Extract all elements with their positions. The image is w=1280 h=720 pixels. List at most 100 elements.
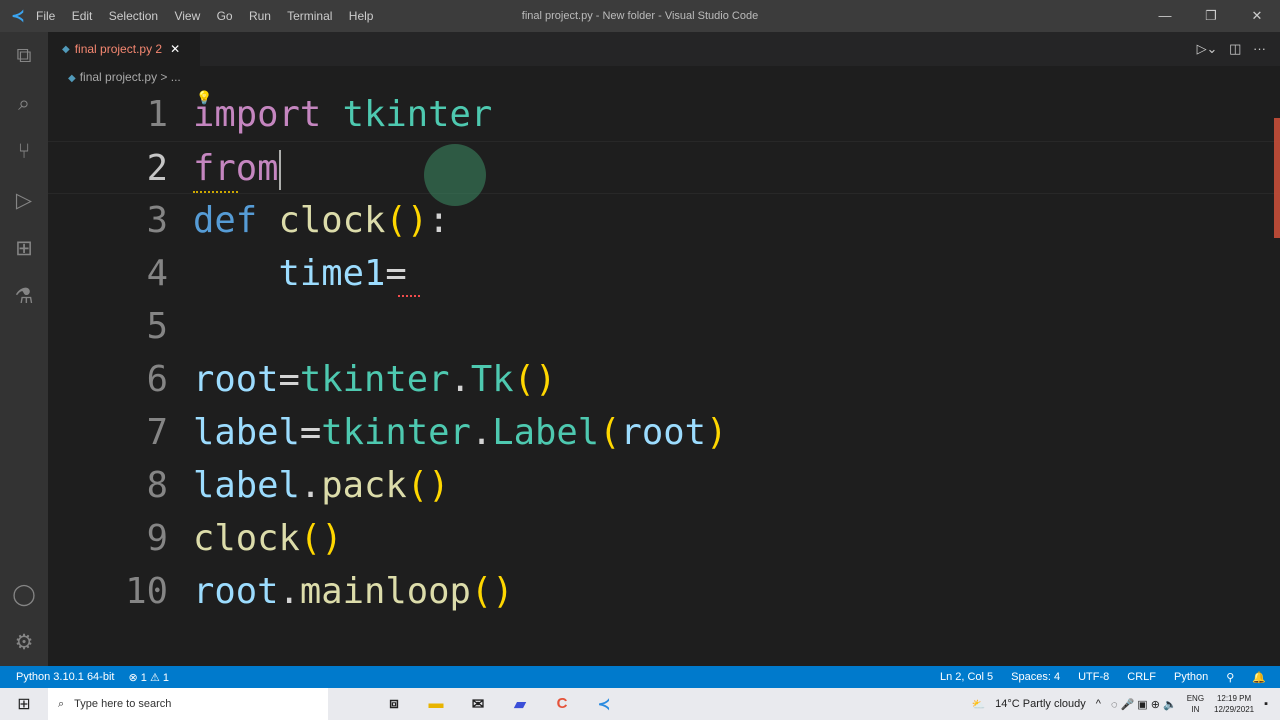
feedback-icon[interactable]: ⚲ <box>1226 671 1234 684</box>
code-token: tkinter <box>321 412 471 453</box>
app-icon[interactable]: ▰ <box>499 695 541 713</box>
code-token: label <box>193 412 300 453</box>
code-line[interactable]: 6 root=tkinter.Tk() <box>48 353 1280 406</box>
tab-final-project[interactable]: ◆ final project.py 2 ✕ <box>48 32 200 66</box>
code-token: = <box>278 359 300 400</box>
close-tab-icon[interactable]: ✕ <box>170 42 180 56</box>
menu-edit[interactable]: Edit <box>72 9 93 23</box>
clock[interactable]: 12:19 PM 12/29/2021 <box>1214 693 1254 715</box>
lightbulb-icon[interactable]: 💡 <box>196 90 212 106</box>
file-explorer-icon[interactable]: ▬ <box>415 695 457 713</box>
run-debug-icon[interactable]: ▷ <box>0 176 48 224</box>
line-number: 10 <box>125 571 168 612</box>
code-token: . <box>278 571 300 612</box>
code-line[interactable]: 9 clock() <box>48 512 1280 565</box>
source-control-icon[interactable]: ⑂ <box>0 128 48 176</box>
code-line[interactable]: 1 import tkinter <box>48 88 1280 141</box>
code-token: () <box>470 571 514 612</box>
menu-help[interactable]: Help <box>349 9 374 23</box>
code-token: Label <box>492 412 600 453</box>
code-token: mainloop <box>299 571 471 612</box>
tray-icons[interactable]: ◌ 🎤 ▣ ⊕ 🔈 <box>1111 698 1177 711</box>
warning-count: 1 <box>162 671 169 684</box>
code-line[interactable]: 10 root.mainloop() <box>48 565 1280 618</box>
menu-go[interactable]: Go <box>217 9 233 23</box>
code-text: clock() <box>193 512 343 565</box>
language-mode[interactable]: Python <box>1174 671 1208 684</box>
problems-indicator[interactable]: ⊗ 1 ⚠ 1 <box>128 671 169 684</box>
code-line[interactable]: 7 label=tkinter.Label(root) <box>48 406 1280 459</box>
split-editor-icon[interactable]: ◫ <box>1229 41 1241 56</box>
more-actions-icon[interactable]: ··· <box>1253 41 1266 56</box>
menu-selection[interactable]: Selection <box>109 9 158 23</box>
menu-view[interactable]: View <box>174 9 200 23</box>
indentation[interactable]: Spaces: 4 <box>1011 671 1060 684</box>
notification-center-icon[interactable]: ▪ <box>1264 698 1268 710</box>
code-token: tkinter <box>299 359 450 400</box>
code-token: . <box>470 412 493 453</box>
extensions-icon[interactable]: ⊞ <box>0 224 48 272</box>
vscode-taskbar-icon[interactable]: ≺ <box>583 695 625 713</box>
error-count: 1 <box>140 671 147 684</box>
line-number: 9 <box>146 518 168 559</box>
title-bar: ≺ File Edit Selection View Go Run Termin… <box>0 0 1280 32</box>
code-line[interactable]: 2 from <box>48 141 1280 194</box>
task-view-icon[interactable]: ⧈ <box>373 695 415 713</box>
notifications-bell-icon[interactable]: 🔔 <box>1252 671 1266 684</box>
code-line[interactable]: 3 def clock(): <box>48 194 1280 247</box>
scrollbar-error-marker[interactable] <box>1274 118 1280 238</box>
code-line[interactable]: 8 label.pack() <box>48 459 1280 512</box>
tab-label: final project.py <box>74 42 153 56</box>
show-hidden-icons[interactable]: ^ <box>1096 698 1101 710</box>
python-interpreter[interactable]: Python 3.10.1 64-bit <box>16 671 114 683</box>
weather[interactable]: 14°C Partly cloudy <box>995 698 1086 710</box>
account-icon[interactable]: ◯ <box>0 570 48 618</box>
code-token: . <box>449 359 471 400</box>
code-token: from <box>193 148 279 189</box>
text-cursor <box>278 150 281 190</box>
restore-icon[interactable]: ❐ <box>1188 0 1234 32</box>
line-number: 7 <box>146 412 168 453</box>
input-language[interactable]: ENG IN <box>1187 693 1204 715</box>
menu-run[interactable]: Run <box>249 9 271 23</box>
testing-icon[interactable]: ⚗ <box>0 272 48 320</box>
menu-terminal[interactable]: Terminal <box>287 9 332 23</box>
explorer-icon[interactable]: ⧉ <box>0 32 48 80</box>
cursor-position[interactable]: Ln 2, Col 5 <box>940 671 993 684</box>
settings-gear-icon[interactable]: ⚙ <box>0 618 48 666</box>
line-number: 2 <box>146 148 168 189</box>
tab-problem-count: 2 <box>155 42 163 56</box>
breadcrumb-file[interactable]: final project.py <box>80 70 157 84</box>
run-file-icon[interactable]: ▷⌄ <box>1197 41 1218 56</box>
code-token: = <box>299 412 322 453</box>
activity-bar: ⧉ ⌕ ⑂ ▷ ⊞ ⚗ ◯ ⚙ <box>0 32 48 666</box>
menu-file[interactable]: File <box>36 9 55 23</box>
code-editor[interactable]: 1 import tkinter 2 from 3 def clock(): 4 time1… <box>48 88 1280 666</box>
code-text: root=tkinter.Tk() <box>193 353 556 406</box>
search-icon[interactable]: ⌕ <box>0 80 48 128</box>
taskbar-search[interactable]: ⌕ Type here to search <box>48 688 328 720</box>
windows-start-icon[interactable]: ⊞ <box>0 694 48 714</box>
editor-tabs: ◆ final project.py 2 ✕ ▷⌄ ◫ ··· <box>48 32 1280 66</box>
code-text: import tkinter <box>193 88 492 141</box>
line-ending[interactable]: CRLF <box>1127 671 1156 684</box>
code-token: def <box>193 200 258 241</box>
app-c-icon[interactable]: C <box>541 695 583 713</box>
minimize-icon[interactable]: — <box>1142 0 1188 32</box>
code-token: time1 <box>278 253 386 294</box>
code-token: root <box>620 412 707 453</box>
mail-icon[interactable]: ✉ <box>457 695 499 713</box>
code-token: ) <box>706 412 728 453</box>
minimap[interactable] <box>1236 88 1266 102</box>
code-text: def clock(): <box>193 194 450 247</box>
code-token: label <box>193 465 300 506</box>
code-line[interactable]: 4 time1= <box>48 247 1280 300</box>
close-window-icon[interactable]: ✕ <box>1234 0 1280 32</box>
code-line[interactable]: 5 <box>48 300 1280 353</box>
breadcrumb-symbols[interactable]: ... <box>171 70 181 84</box>
code-token: clock <box>193 518 300 559</box>
code-text: root.mainloop() <box>193 565 514 618</box>
line-number: 5 <box>146 306 168 347</box>
encoding[interactable]: UTF-8 <box>1078 671 1109 684</box>
